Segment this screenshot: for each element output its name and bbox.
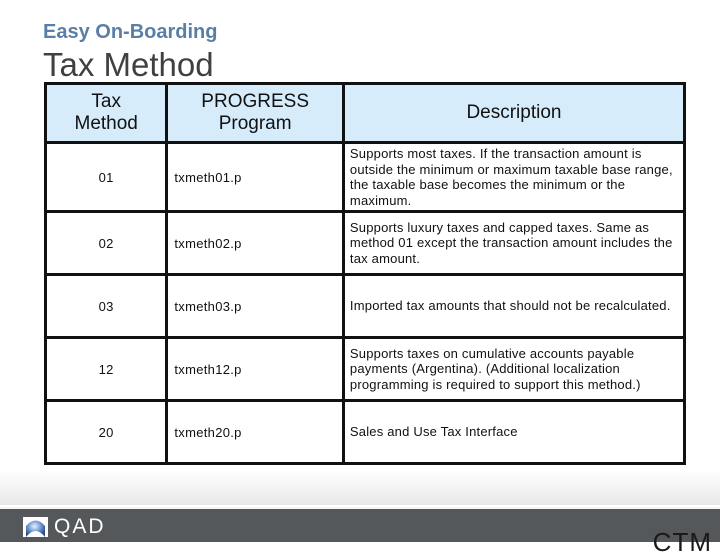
column-header-line: Description — [466, 102, 562, 123]
column-header-line: PROGRESS — [201, 91, 309, 112]
tax-method-table: Tax Method PROGRESS Program Description … — [43, 82, 687, 465]
column-header-line: Method — [74, 113, 138, 134]
tax-method-cell: 20 — [43, 399, 169, 465]
program-cell: txmeth03.p — [165, 273, 345, 339]
description-cell: Sales and Use Tax Interface — [341, 399, 687, 465]
qad-logo: QAD — [23, 515, 106, 538]
table-row: 03 txmeth03.p Imported tax amounts that … — [43, 273, 687, 339]
qad-logo-icon — [23, 517, 48, 537]
table-row: 01 txmeth01.p Supports most taxes. If th… — [43, 141, 687, 213]
column-header-line: Program — [218, 113, 292, 134]
table-row: 12 txmeth12.p Supports taxes on cumulati… — [43, 336, 687, 402]
program-cell: txmeth20.p — [165, 399, 345, 465]
description-cell: Supports taxes on cumulative accounts pa… — [341, 336, 687, 402]
tax-method-cell: 02 — [43, 210, 169, 276]
column-header-tax-method: Tax Method — [43, 82, 169, 144]
table-row: 02 txmeth02.p Supports luxury taxes and … — [43, 210, 687, 276]
description-cell: Supports most taxes. If the transaction … — [341, 141, 687, 213]
section-subtitle: Easy On-Boarding — [43, 21, 218, 43]
program-cell: txmeth02.p — [165, 210, 345, 276]
description-cell: Imported tax amounts that should not be … — [341, 273, 687, 339]
column-header-description: Description — [341, 82, 687, 144]
tax-method-cell: 12 — [43, 336, 169, 402]
qad-logo-text: QAD — [54, 515, 106, 538]
column-header-progress-program: PROGRESS Program — [165, 82, 345, 144]
table-row: 20 txmeth20.p Sales and Use Tax Interfac… — [43, 399, 687, 465]
program-cell: txmeth12.p — [165, 336, 345, 402]
corner-label: CTM — [652, 527, 712, 557]
tax-method-cell: 03 — [43, 273, 169, 339]
footer-fade — [0, 470, 720, 505]
page-title: Tax Method — [43, 46, 214, 83]
tax-method-cell: 01 — [43, 141, 169, 213]
column-header-line: Tax — [91, 91, 121, 112]
table-header-row: Tax Method PROGRESS Program Description — [43, 82, 687, 144]
footer-bar: QAD CTM — [0, 507, 720, 557]
description-cell: Supports luxury taxes and capped taxes. … — [341, 210, 687, 276]
program-cell: txmeth01.p — [165, 141, 345, 213]
